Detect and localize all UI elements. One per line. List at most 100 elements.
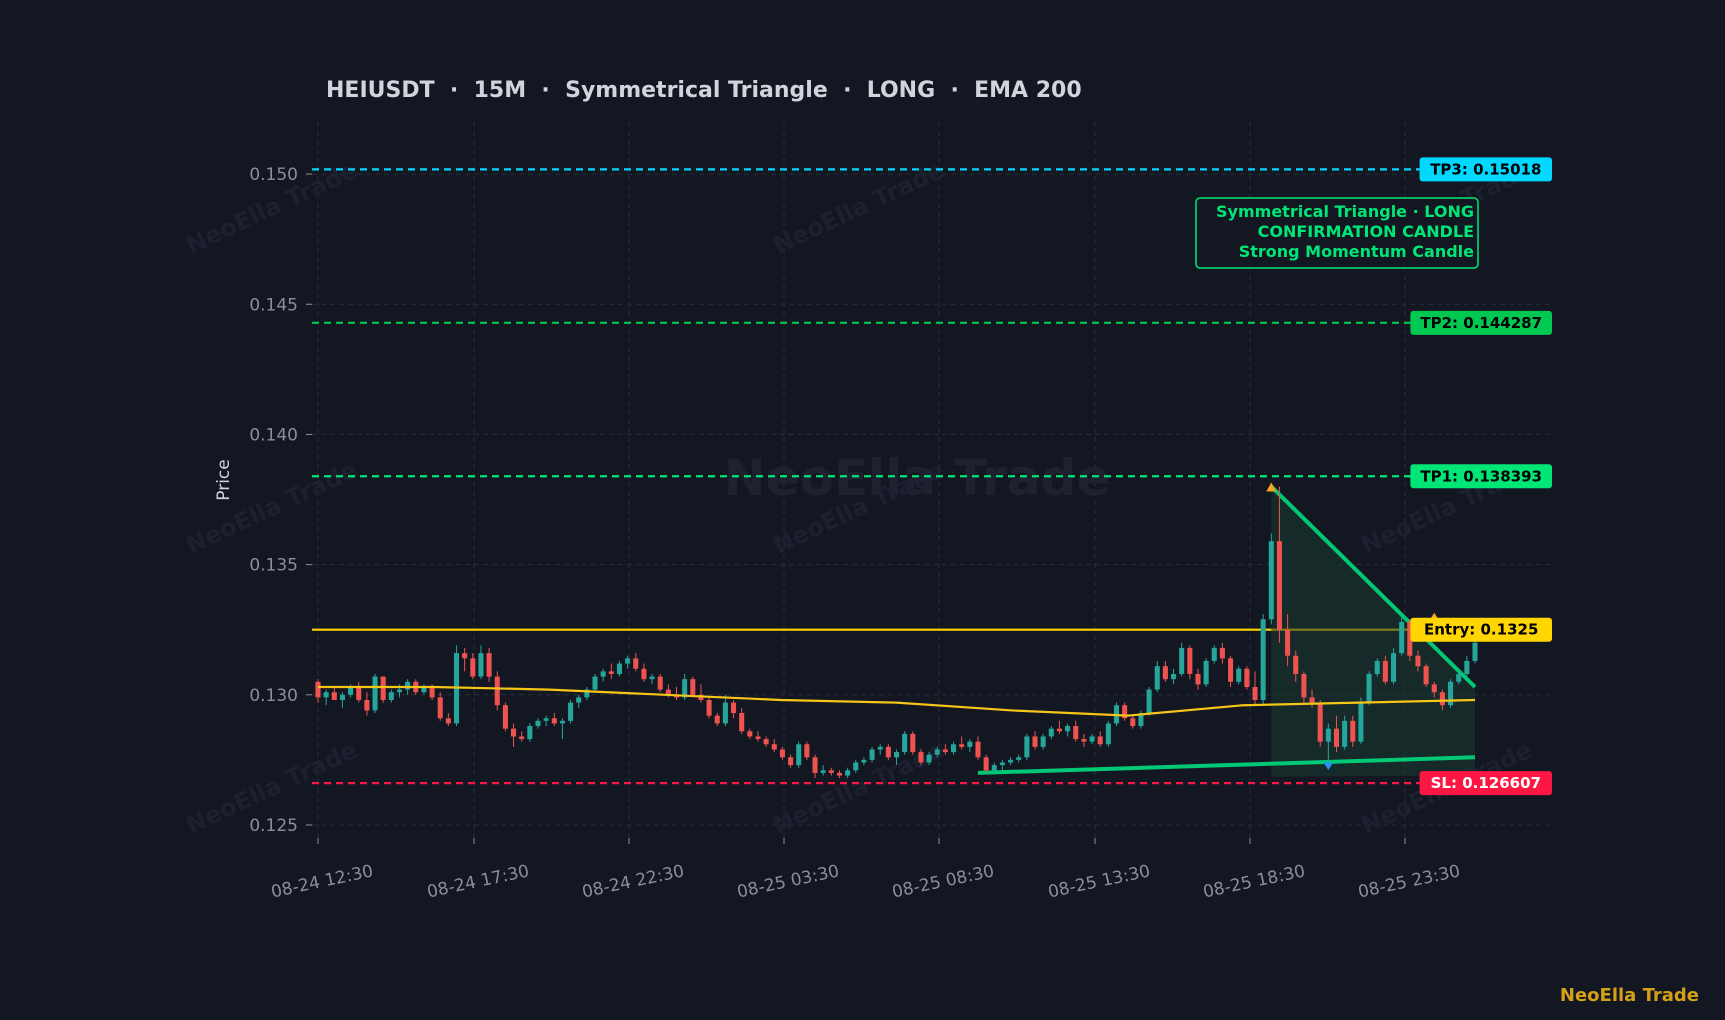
- y-tick-label: 0.130: [249, 686, 298, 706]
- candle-body: [934, 749, 940, 755]
- candle-body: [519, 736, 525, 740]
- candle-body: [804, 744, 810, 758]
- level-label-text: Entry: 0.1325: [1424, 621, 1538, 639]
- level-label-text: TP2: 0.144287: [1420, 314, 1542, 332]
- candle-body: [649, 676, 655, 680]
- candle-body: [339, 694, 345, 701]
- candle-body: [763, 739, 769, 745]
- candle-body: [1008, 759, 1014, 763]
- candle-body: [1415, 655, 1421, 667]
- candle-body: [1219, 647, 1225, 659]
- candle-body: [608, 671, 614, 674]
- x-tick-label: 08-25 23:30: [1356, 861, 1462, 902]
- candle-body: [641, 668, 647, 680]
- candle-body: [494, 676, 500, 706]
- candle-body: [1146, 689, 1152, 714]
- candle-body: [902, 733, 908, 753]
- candle-body: [1325, 728, 1331, 742]
- x-tick-label: 08-25 08:30: [890, 861, 996, 902]
- candle-body: [502, 705, 508, 729]
- candle-body: [1073, 726, 1079, 740]
- candle-body: [1423, 666, 1429, 685]
- candle-body: [633, 658, 639, 669]
- candle-body: [315, 681, 321, 698]
- candle-body: [731, 702, 737, 714]
- candle-body: [1472, 642, 1478, 661]
- candle-body: [657, 676, 663, 690]
- candle-body: [1236, 668, 1242, 682]
- candle-body: [1195, 673, 1201, 685]
- candle-body: [437, 697, 443, 719]
- chart-title: HEIUSDT · 15M · Symmetrical Triangle · L…: [326, 78, 1082, 103]
- candle-body: [918, 752, 924, 763]
- candle-body: [1382, 660, 1388, 682]
- candle-body: [380, 676, 386, 701]
- candle-body: [1228, 658, 1234, 682]
- candle-body: [942, 749, 948, 753]
- candle-body: [1268, 541, 1274, 620]
- candle-body: [470, 658, 476, 677]
- level-label-text: SL: 0.126607: [1431, 774, 1541, 792]
- candle-body: [486, 653, 492, 677]
- candle-body: [739, 713, 745, 732]
- candle-body: [364, 700, 370, 711]
- candle-body: [1162, 666, 1168, 680]
- candle-body: [1448, 681, 1454, 706]
- candle-body: [820, 770, 826, 773]
- candle-body: [1211, 647, 1217, 661]
- y-tick-label: 0.150: [249, 165, 298, 185]
- candle-body: [1293, 655, 1299, 674]
- candle-body: [1399, 621, 1405, 654]
- candle-body: [1301, 673, 1307, 698]
- candle-body: [396, 689, 403, 693]
- candle-body: [1130, 718, 1136, 727]
- candle-body: [551, 718, 557, 724]
- candle-body: [1024, 736, 1030, 758]
- candle-body: [1016, 757, 1022, 760]
- candle-body: [926, 754, 932, 763]
- candle-body: [853, 762, 859, 771]
- candle-body: [951, 744, 957, 753]
- candle-body: [1032, 736, 1038, 747]
- candle-body: [445, 718, 451, 724]
- watermark-text: NeoElla Trade: [182, 456, 362, 560]
- candle-body: [1350, 720, 1356, 742]
- candle-body: [1154, 666, 1160, 690]
- candle-body: [535, 720, 541, 727]
- level-label-text: TP3: 0.15018: [1430, 160, 1541, 178]
- candle-body: [893, 752, 900, 758]
- candle-body: [836, 772, 842, 776]
- candle-body: [779, 749, 785, 758]
- candle-body: [877, 746, 883, 750]
- candle-body: [1179, 647, 1185, 674]
- candle-body: [478, 653, 484, 677]
- candle-body: [722, 702, 728, 724]
- candle-body: [356, 686, 362, 701]
- candle-body: [1358, 702, 1364, 742]
- candle-body: [910, 733, 916, 753]
- candle-body: [1260, 619, 1266, 701]
- candle-body: [323, 692, 329, 698]
- y-axis-label: Price: [214, 459, 234, 500]
- candle-body: [983, 757, 989, 771]
- candle-body: [1431, 684, 1437, 693]
- candle-body: [462, 653, 468, 659]
- candle-body: [576, 697, 582, 703]
- candlestick-chart: HEIUSDT · 15M · Symmetrical Triangle · L…: [182, 78, 1552, 902]
- annotation-line: Symmetrical Triangle · LONG: [1216, 202, 1474, 221]
- candle-body: [1065, 726, 1071, 732]
- candle-body: [511, 728, 517, 737]
- candle-body: [861, 759, 867, 763]
- candle-body: [796, 744, 802, 766]
- watermark-text: NeoElla Trade: [769, 156, 949, 260]
- candle-body: [1366, 673, 1372, 703]
- level-label-text: TP1: 0.138393: [1420, 467, 1542, 485]
- candle-body: [1317, 702, 1323, 742]
- candle-body: [1171, 673, 1177, 680]
- x-tick-label: 08-25 18:30: [1201, 861, 1307, 902]
- candle-body: [690, 679, 696, 695]
- candle-body: [1285, 629, 1291, 656]
- candle-body: [1089, 736, 1095, 742]
- candle-body: [869, 749, 875, 760]
- candle-body: [1244, 668, 1250, 687]
